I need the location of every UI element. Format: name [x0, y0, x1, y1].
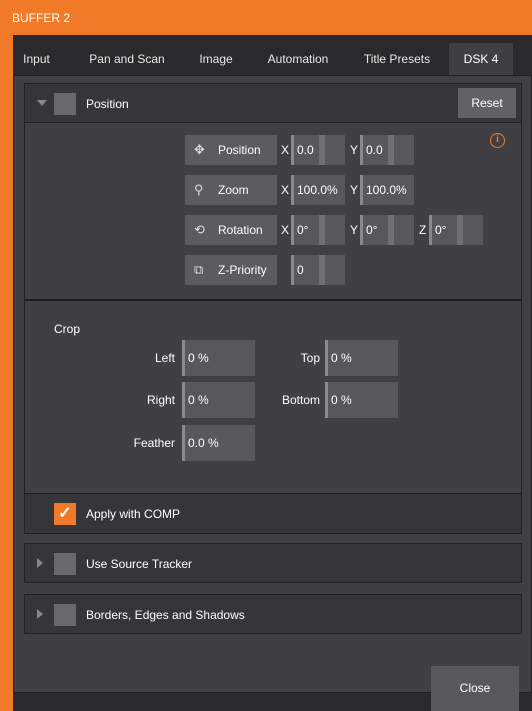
title-bar: BUFFER 2	[0, 0, 532, 35]
chevron-right-icon[interactable]	[37, 558, 43, 568]
z-priority-field[interactable]: 0	[291, 255, 345, 285]
tab-pan-and-scan[interactable]: Pan and Scan	[68, 43, 186, 75]
borders-checkbox[interactable]	[54, 604, 76, 626]
position-section-body: i ✥ Position X 0.0 Y 0.0 ⚲ Zoom X 100.0%…	[24, 123, 522, 299]
rotation-z-slider-handle[interactable]	[457, 215, 463, 245]
tab-title-presets[interactable]: Title Presets	[345, 43, 449, 75]
rotation-y-slider-handle[interactable]	[388, 215, 394, 245]
info-icon[interactable]: i	[490, 133, 505, 148]
z-priority-slider-handle[interactable]	[319, 255, 325, 285]
tab-image[interactable]: Image	[186, 43, 246, 75]
crop-section: Crop Left 0 % Top 0 % Right 0 % Bottom 0…	[24, 301, 522, 493]
magnifier-icon: ⚲	[194, 182, 204, 197]
borders-section-header[interactable]: Borders, Edges and Shadows	[24, 594, 522, 634]
source-tracker-label: Use Source Tracker	[86, 557, 193, 571]
apply-comp-label: Apply with COMP	[86, 507, 181, 521]
rotation-y-label: Y	[350, 223, 359, 237]
position-y-slider-handle[interactable]	[388, 135, 394, 165]
tab-dsk4[interactable]: DSK 4	[449, 43, 513, 75]
crop-left-label: Left	[154, 351, 175, 365]
reset-button[interactable]: Reset	[458, 88, 516, 118]
rotation-y-field[interactable]: 0°	[360, 215, 414, 245]
position-section-label: Position	[86, 97, 129, 111]
chevron-right-icon[interactable]	[37, 609, 43, 619]
crop-title: Crop	[54, 322, 81, 336]
rotation-z-field[interactable]: 0°	[429, 215, 483, 245]
tab-input[interactable]: Input	[13, 43, 60, 75]
rotation-x-label: X	[281, 223, 290, 237]
position-x-label: X	[281, 143, 290, 157]
position-x-field[interactable]: 0.0	[291, 135, 345, 165]
position-enable-checkbox[interactable]	[54, 93, 76, 115]
zoom-x-label: X	[281, 183, 290, 197]
apply-comp-row: ✓ Apply with COMP	[24, 494, 522, 534]
position-y-field[interactable]: 0.0	[360, 135, 414, 165]
zoom-y-label: Y	[350, 183, 359, 197]
settings-panel: Position Reset i ✥ Position X 0.0 Y 0.0	[13, 75, 532, 693]
crop-bottom-label: Bottom	[281, 393, 320, 407]
tab-automation[interactable]: Automation	[251, 43, 345, 75]
crop-bottom-field[interactable]: 0 %	[325, 382, 398, 418]
feather-label: Feather	[133, 436, 175, 450]
borders-label: Borders, Edges and Shadows	[86, 608, 245, 622]
position-button[interactable]: ✥ Position	[185, 135, 277, 165]
rotation-x-field[interactable]: 0°	[291, 215, 345, 245]
crop-top-field[interactable]: 0 %	[325, 340, 398, 376]
feather-field[interactable]: 0.0 %	[182, 425, 255, 461]
zoom-x-field[interactable]: 100.0%	[291, 175, 345, 205]
position-x-slider-handle[interactable]	[319, 135, 325, 165]
z-priority-button[interactable]: ⧉ Z-Priority	[185, 255, 277, 285]
position-y-label: Y	[350, 143, 359, 157]
position-section-header[interactable]: Position Reset	[24, 83, 522, 123]
source-tracker-section-header[interactable]: Use Source Tracker	[24, 543, 522, 583]
crop-top-label: Top	[300, 351, 320, 365]
crop-right-field[interactable]: 0 %	[182, 382, 255, 418]
source-tracker-checkbox[interactable]	[54, 553, 76, 575]
tab-bar: Input Pan and Scan Image Automation Titl…	[13, 43, 532, 75]
rotation-button[interactable]: ⟲ Rotation	[185, 215, 277, 245]
zoom-button[interactable]: ⚲ Zoom	[185, 175, 277, 205]
layers-icon: ⧉	[194, 262, 204, 277]
rotation-x-slider-handle[interactable]	[319, 215, 325, 245]
close-button[interactable]: Close	[431, 666, 519, 711]
rotate-icon: ⟲	[194, 222, 205, 237]
zoom-y-field[interactable]: 100.0%	[360, 175, 414, 205]
chevron-down-icon[interactable]	[37, 100, 47, 106]
window-title: BUFFER 2	[12, 11, 71, 25]
crop-right-label: Right	[146, 393, 175, 407]
move-arrows-icon: ✥	[194, 142, 205, 157]
apply-comp-checkbox[interactable]: ✓	[54, 503, 76, 525]
dialog-window: Input Pan and Scan Image Automation Titl…	[13, 35, 532, 711]
rotation-z-label: Z	[419, 223, 427, 237]
crop-left-field[interactable]: 0 %	[182, 340, 255, 376]
